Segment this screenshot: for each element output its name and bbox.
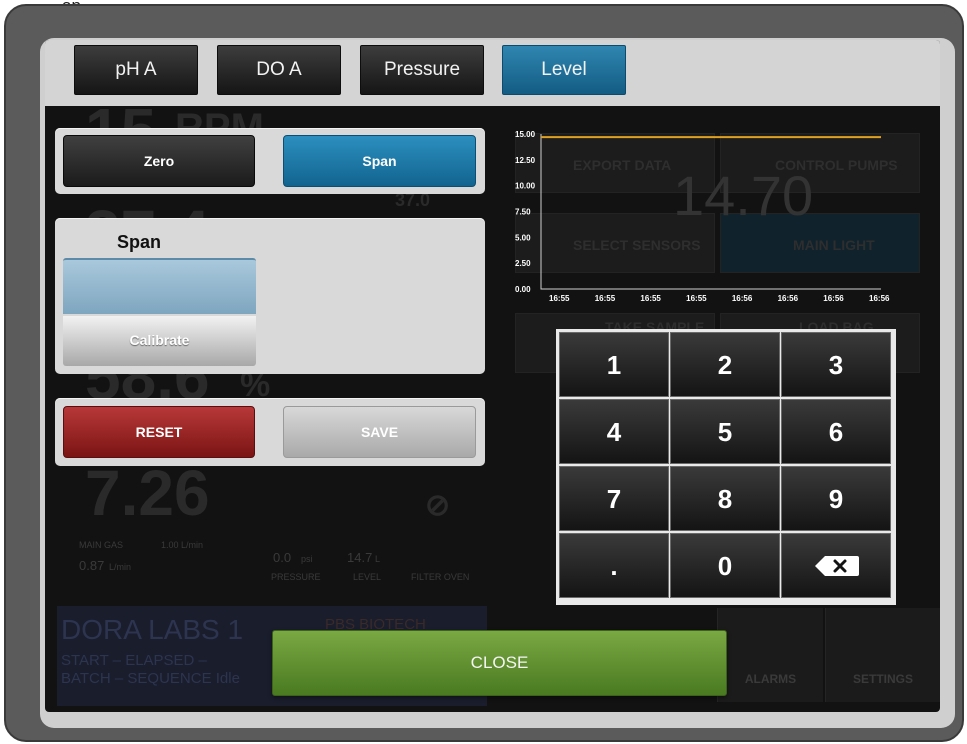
reset-button[interactable]: RESET [63, 406, 255, 458]
bg-no-icon: ⊘ [425, 489, 451, 522]
key-4[interactable]: 4 [559, 399, 669, 464]
bg-settings-tab: SETTINGS [825, 608, 940, 702]
bg-main-gas-label: MAIN GAS [79, 540, 124, 550]
bg-main-gas-unit: L/min [109, 562, 132, 572]
chart-y-tick-label: 5.00 [515, 233, 531, 242]
span-value-input[interactable] [63, 258, 256, 314]
mode-selector-panel: Zero Span [55, 128, 485, 194]
bg-info-line1: START – ELAPSED – [61, 652, 207, 669]
bg-level-unit: L [375, 554, 381, 564]
level-trend-chart: 15.00 12.50 10.00 7.50 5.00 2.50 0.00 16:55 16:5… [515, 130, 890, 303]
chart-y-tick-label: 10.00 [515, 182, 536, 191]
numeric-keypad: 1 2 3 4 5 6 7 8 9 . 0 [556, 329, 896, 605]
actions-panel: RESET SAVE [55, 398, 485, 466]
chart-y-tick-label: 7.50 [515, 208, 531, 217]
bg-pressure-label: PRESSURE [271, 572, 321, 582]
bg-info-line2: BATCH – SEQUENCE Idle [61, 670, 240, 687]
key-decimal[interactable]: . [559, 533, 669, 598]
chart-y-tick-label: 2.50 [515, 259, 531, 268]
key-8[interactable]: 8 [670, 466, 780, 531]
chart-x-tick-label: 16:55 [640, 294, 661, 303]
bg-lab-name: DORA LABS 1 [61, 614, 244, 645]
bg-alarms-tab: ALARMS [717, 608, 823, 702]
bg-settings-label: SETTINGS [852, 672, 913, 686]
chart-y-tick-label: 0.00 [515, 285, 531, 294]
calibrate-button[interactable]: Calibrate [63, 316, 256, 366]
tab-level[interactable]: Level [502, 45, 626, 95]
key-2[interactable]: 2 [670, 332, 780, 397]
chart-x-tick-label: 16:55 [595, 294, 616, 303]
chart-x-tick-label: 16:56 [778, 294, 799, 303]
zero-button[interactable]: Zero [63, 135, 255, 187]
chart-axis-lines [540, 134, 881, 290]
bg-main-gas-value: 0.87 [79, 558, 105, 573]
bg-pressure-unit: psi [301, 554, 313, 564]
chart-x-tick-label: 16:55 [686, 294, 707, 303]
bg-level-label: LEVEL [353, 572, 382, 582]
save-button[interactable]: SAVE [283, 406, 476, 458]
chart-x-tick-label: 16:56 [732, 294, 753, 303]
key-7[interactable]: 7 [559, 466, 669, 531]
key-0[interactable]: 0 [670, 533, 780, 598]
bg-ph-value: 7.26 [85, 457, 210, 529]
key-3[interactable]: 3 [781, 332, 891, 397]
span-title: Span [117, 232, 162, 252]
chart-y-tick-label: 12.50 [515, 156, 536, 165]
controller-screen: 15 RPM 37.4 37.0 58.6 % 7.26 ⊘ MAIN GAS … [45, 40, 940, 712]
bg-main-gas-setpoint: 1.00 L/min [161, 540, 204, 550]
key-9[interactable]: 9 [781, 466, 891, 531]
chart-x-tick-label: 16:56 [869, 294, 890, 303]
key-5[interactable]: 5 [670, 399, 780, 464]
sensor-tab-bar: pH A DO A Pressure Level [45, 40, 940, 106]
key-backspace[interactable] [781, 533, 891, 598]
close-button[interactable]: CLOSE [272, 630, 727, 696]
tab-do-a[interactable]: DO A [217, 45, 341, 95]
key-1[interactable]: 1 [559, 332, 669, 397]
tab-ph-a[interactable]: pH A [74, 45, 198, 95]
chart-y-tick-label: 15.00 [515, 130, 536, 139]
chart-x-tick-label: 16:56 [823, 294, 844, 303]
chart-x-tick-label: 16:55 [549, 294, 570, 303]
bg-level-value: 14.7 [347, 550, 373, 565]
bg-filter-label: FILTER OVEN [411, 572, 470, 582]
backspace-icon [815, 556, 859, 576]
tab-pressure[interactable]: Pressure [360, 45, 484, 95]
span-button[interactable]: Span [283, 135, 476, 187]
key-6[interactable]: 6 [781, 399, 891, 464]
bg-pressure-value: 0.0 [273, 550, 292, 565]
bg-alarms-label: ALARMS [744, 672, 797, 686]
